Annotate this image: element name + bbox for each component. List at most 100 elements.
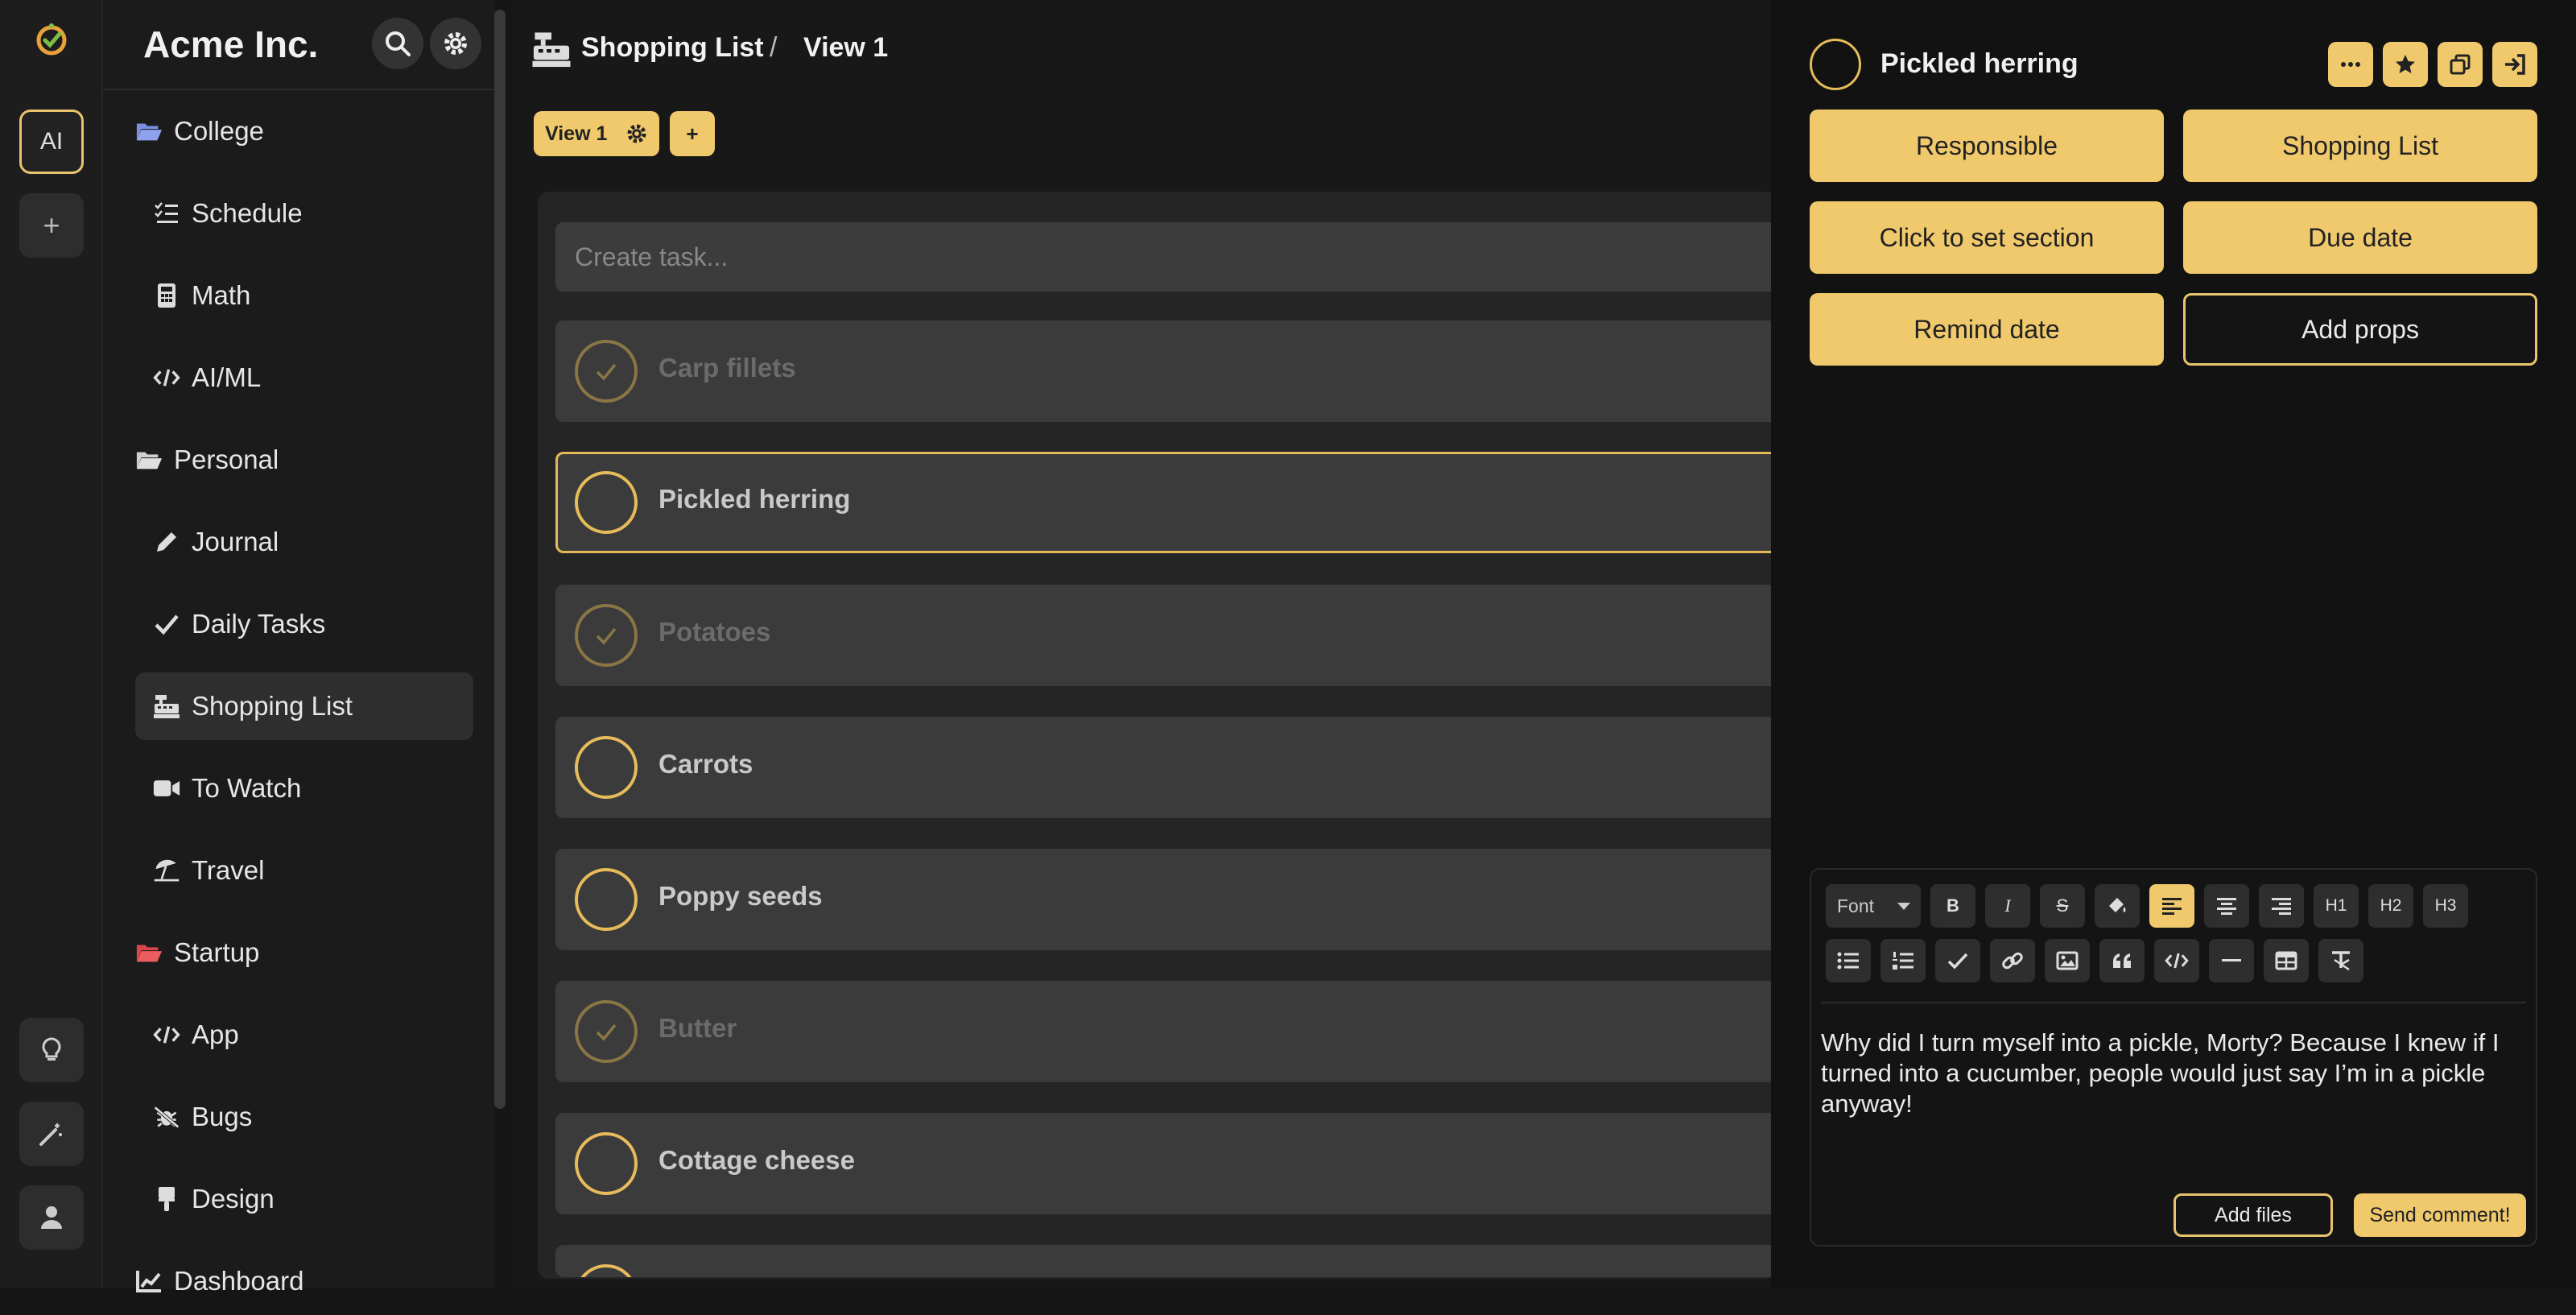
task-title[interactable]: Pickled herring (1880, 48, 2079, 80)
link-icon (2002, 952, 2023, 970)
code-icon (2165, 953, 2189, 969)
icon-rail: AI + (0, 0, 103, 1288)
task-row[interactable] (555, 1245, 1779, 1277)
align-right-icon (2272, 898, 2291, 915)
sidebar-item-travel[interactable]: Travel (153, 837, 491, 904)
app-logo-icon[interactable] (34, 21, 69, 56)
responsible-button[interactable]: Responsible (1810, 110, 2164, 182)
task-row[interactable]: Carrots (555, 717, 1779, 818)
comment-text[interactable]: Why did I turn myself into a pickle, Mor… (1821, 1028, 2529, 1119)
clear-formatting-button[interactable] (2318, 939, 2363, 982)
magic-wand-button[interactable] (19, 1102, 84, 1166)
task-row[interactable]: Carp fillets (555, 320, 1779, 422)
open-task-button[interactable] (2492, 42, 2537, 87)
send-comment-button[interactable]: Send comment! (2354, 1193, 2526, 1237)
umbrella-beach-icon (153, 857, 180, 884)
due-date-button[interactable]: Due date (2183, 201, 2537, 274)
sidebar-item-to-watch[interactable]: To Watch (153, 755, 491, 822)
fill-color-button[interactable] (2095, 884, 2140, 928)
sidebar-item-dashboard[interactable]: Dashboard (135, 1247, 473, 1315)
link-button[interactable] (1990, 939, 2035, 982)
breadcrumb-view[interactable]: View 1 (803, 32, 888, 64)
task-row[interactable]: Pickled herring (555, 452, 1779, 553)
sidebar-item-label: Math (192, 280, 251, 310)
task-checkbox[interactable] (575, 1264, 638, 1277)
task-checkbox[interactable] (575, 868, 638, 931)
sidebar-item-journal[interactable]: Journal (153, 508, 491, 576)
tab-view-1[interactable]: View 1 (534, 111, 659, 156)
bullet-list-button[interactable] (1826, 939, 1871, 982)
settings-button[interactable] (430, 18, 481, 69)
task-checkbox[interactable] (575, 604, 638, 667)
task-row[interactable]: Butter (555, 981, 1779, 1082)
create-task-input[interactable]: Create task... (555, 222, 1779, 292)
workspace-ai-button[interactable]: AI (19, 110, 84, 174)
align-right-button[interactable] (2259, 884, 2304, 928)
remind-date-button[interactable]: Remind date (1810, 293, 2164, 366)
sidebar-item-bugs[interactable]: Bugs (153, 1083, 491, 1151)
sidebar-item-label: Design (192, 1184, 275, 1214)
add-workspace-button[interactable]: + (19, 193, 84, 258)
sidebar-item-college[interactable]: College (135, 97, 473, 165)
sidebar-item-schedule[interactable]: Schedule (153, 180, 491, 247)
numbered-list-button[interactable] (1880, 939, 1926, 982)
sidebar-item-personal[interactable]: Personal (135, 426, 473, 494)
code-block-button[interactable] (2154, 939, 2199, 982)
table-button[interactable] (2264, 939, 2309, 982)
task-row[interactable]: Potatoes (555, 585, 1779, 686)
sidebar-item-app[interactable]: App (153, 1001, 491, 1069)
ellipsis-icon (2341, 62, 2360, 67)
add-props-button[interactable]: Add props (2183, 293, 2537, 366)
heading-2-button[interactable]: H2 (2368, 884, 2413, 928)
strikethrough-button[interactable]: S (2040, 884, 2085, 928)
more-button[interactable] (2328, 42, 2373, 87)
favorite-button[interactable] (2383, 42, 2428, 87)
horizontal-rule-button[interactable] (2209, 939, 2254, 982)
sidebar-divider (103, 89, 494, 90)
task-checkbox[interactable] (575, 736, 638, 799)
task-row[interactable]: Cottage cheese (555, 1113, 1779, 1214)
task-checkbox[interactable] (575, 340, 638, 403)
sidebar-item-math[interactable]: Math (153, 262, 491, 329)
table-icon (2275, 951, 2297, 970)
task-checkbox[interactable] (575, 471, 638, 534)
task-name: Butter (658, 1013, 737, 1043)
editor-divider (1821, 1002, 2526, 1003)
profile-button[interactable] (19, 1185, 84, 1250)
sidebar-scroll-thumb[interactable] (494, 10, 506, 1109)
sidebar-item-daily-tasks[interactable]: Daily Tasks (153, 590, 491, 658)
add-files-button[interactable]: Add files (2174, 1193, 2333, 1237)
align-center-button[interactable] (2204, 884, 2249, 928)
check-icon (1947, 953, 1968, 970)
gear-icon[interactable] (625, 122, 648, 151)
sidebar-item-design[interactable]: Design (153, 1165, 491, 1233)
quote-button[interactable] (2099, 939, 2145, 982)
search-button[interactable] (372, 18, 423, 69)
task-complete-checkbox[interactable] (1810, 39, 1861, 90)
font-select[interactable]: Font (1826, 884, 1921, 928)
sidebar-item-shopping-list[interactable]: Shopping List (135, 672, 473, 740)
section-button[interactable]: Click to set section (1810, 201, 2164, 274)
sidebar-item-label: To Watch (192, 773, 302, 803)
align-left-button[interactable] (2149, 884, 2194, 928)
sidebar-item-label: Dashboard (174, 1266, 304, 1296)
code-icon (153, 364, 180, 391)
project-button[interactable]: Shopping List (2183, 110, 2537, 182)
task-row[interactable]: Poppy seeds (555, 849, 1779, 950)
paint-bucket-icon (2109, 898, 2126, 912)
heading-1-button[interactable]: H1 (2314, 884, 2359, 928)
search-icon (386, 31, 411, 56)
add-view-button[interactable]: + (670, 111, 715, 156)
bold-button[interactable]: B (1930, 884, 1975, 928)
sidebar-item-startup[interactable]: Startup (135, 919, 473, 986)
heading-3-button[interactable]: H3 (2423, 884, 2468, 928)
sidebar-item-ai-ml[interactable]: AI/ML (153, 344, 491, 411)
duplicate-button[interactable] (2438, 42, 2483, 87)
italic-button[interactable]: I (1985, 884, 2030, 928)
task-checkbox[interactable] (575, 1000, 638, 1063)
task-checkbox[interactable] (575, 1132, 638, 1195)
checklist-button[interactable] (1935, 939, 1980, 982)
breadcrumb-project[interactable]: Shopping List (581, 32, 764, 64)
lightbulb-button[interactable] (19, 1018, 84, 1082)
image-button[interactable] (2045, 939, 2090, 982)
